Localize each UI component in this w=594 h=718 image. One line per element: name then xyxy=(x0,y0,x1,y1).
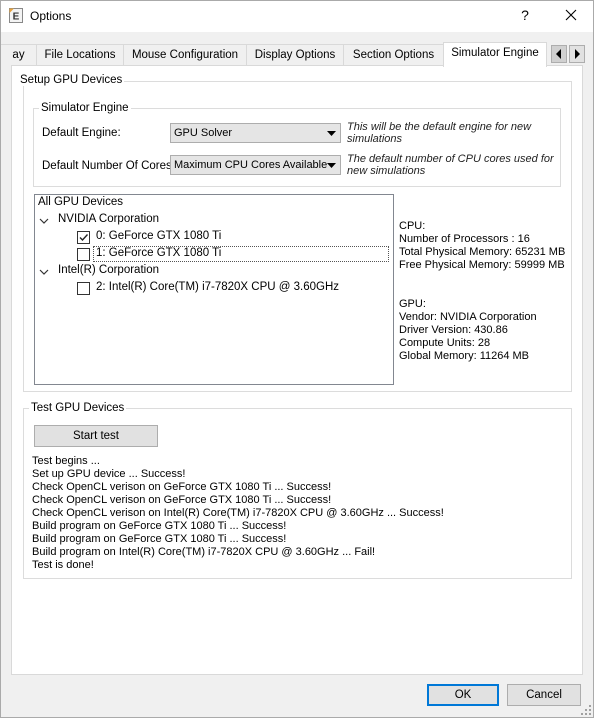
setup-gpu-devices-title: Setup GPU Devices xyxy=(18,74,125,86)
default-engine-label: Default Engine: xyxy=(42,127,121,139)
tree-root-label: All GPU Devices xyxy=(38,196,123,208)
tree-root[interactable]: All GPU Devices xyxy=(38,196,123,212)
gpu-global-memory: Global Memory: 11264 MB xyxy=(399,350,530,362)
gpu-device-tree[interactable]: All GPU Devices NVIDIA Corporation 0: Ge… xyxy=(34,194,394,385)
vendor-label: NVIDIA Corporation xyxy=(58,213,159,225)
expand-arrow-icon[interactable] xyxy=(39,216,49,226)
log-line: Build program on Intel(R) Core(TM) i7-78… xyxy=(32,546,376,558)
help-icon: ? xyxy=(521,7,529,23)
app-icon-letter: E xyxy=(13,12,20,23)
start-test-button[interactable]: Start test xyxy=(34,425,158,447)
tab-file-locations[interactable]: File Locations xyxy=(36,44,124,66)
log-line: Set up GPU device ... Success! xyxy=(32,468,186,480)
chevron-right-icon xyxy=(575,49,580,59)
checkmark-icon xyxy=(79,234,89,242)
log-line: Check OpenCL verison on GeForce GTX 1080… xyxy=(32,481,332,493)
chevron-left-icon xyxy=(556,49,561,59)
device-2-label: 2: Intel(R) Core(TM) i7-7820X CPU @ 3.60… xyxy=(96,281,340,293)
default-cores-select[interactable]: Maximum CPU Cores Available xyxy=(170,155,341,175)
default-cores-note: The default number of CPU cores used for… xyxy=(347,153,554,177)
cancel-button[interactable]: Cancel xyxy=(507,684,581,706)
dropdown-arrow-icon xyxy=(327,131,336,136)
tab-section-options[interactable]: Section Options xyxy=(343,44,444,66)
tab-display-options[interactable]: Display Options xyxy=(246,44,344,66)
tab-simulator-engine[interactable]: Simulator Engine xyxy=(443,42,547,67)
default-cores-label: Default Number Of Cores xyxy=(42,160,172,172)
tab-scroll-right-button[interactable] xyxy=(569,45,585,63)
cpu-info-title: CPU: xyxy=(399,220,426,232)
cpu-free-memory: Free Physical Memory: 59999 MB xyxy=(399,259,565,271)
device-1-label: 1: GeForce GTX 1080 Ti xyxy=(96,247,222,259)
gpu-info-title: GPU: xyxy=(399,298,426,310)
log-line: Check OpenCL verison on Intel(R) Core(TM… xyxy=(32,507,444,519)
gpu-vendor: Vendor: NVIDIA Corporation xyxy=(399,311,537,323)
gpu-driver-version: Driver Version: 430.86 xyxy=(399,324,508,336)
test-gpu-devices-title: Test GPU Devices xyxy=(29,402,127,414)
tab-mouse-configuration[interactable]: Mouse Configuration xyxy=(123,44,247,66)
default-engine-note: This will be the default engine for new … xyxy=(347,121,532,145)
expand-arrow-icon[interactable] xyxy=(39,267,49,277)
tree-device-2[interactable]: 2: Intel(R) Core(TM) i7-7820X CPU @ 3.60… xyxy=(77,281,387,297)
device-1-checkbox[interactable] xyxy=(77,248,90,261)
gpu-compute-units: Compute Units: 28 xyxy=(399,337,491,349)
device-0-label: 0: GeForce GTX 1080 Ti xyxy=(96,230,222,242)
log-line: Test is done! xyxy=(32,559,94,571)
tree-vendor-intel[interactable]: Intel(R) Corporation xyxy=(38,264,338,280)
tree-device-0[interactable]: 0: GeForce GTX 1080 Ti xyxy=(77,230,377,246)
title-bar: E Options ? xyxy=(0,0,594,32)
help-button[interactable]: ? xyxy=(515,7,535,25)
device-2-checkbox[interactable] xyxy=(77,282,90,295)
log-line: Build program on GeForce GTX 1080 Ti ...… xyxy=(32,533,287,545)
simulator-engine-panel: Setup GPU Devices Simulator Engine Defau… xyxy=(11,65,583,675)
default-engine-value: GPU Solver xyxy=(174,127,233,139)
resize-grip-icon[interactable] xyxy=(581,705,591,715)
tab-display-partial[interactable]: ay xyxy=(0,44,37,66)
simulator-engine-group-title: Simulator Engine xyxy=(39,102,131,114)
close-button[interactable] xyxy=(558,4,584,26)
vendor-label: Intel(R) Corporation xyxy=(58,264,159,276)
app-icon: E xyxy=(9,8,23,23)
window-title: Options xyxy=(30,9,72,23)
device-0-checkbox[interactable] xyxy=(77,231,90,244)
tree-device-1[interactable]: 1: GeForce GTX 1080 Ti xyxy=(77,246,389,263)
dropdown-arrow-icon xyxy=(327,163,336,168)
cpu-processors: Number of Processors : 16 xyxy=(399,233,530,245)
tab-scroll-left-button[interactable] xyxy=(551,45,567,63)
tab-strip: ay File Locations Mouse Configuration Di… xyxy=(0,42,594,67)
default-engine-select[interactable]: GPU Solver xyxy=(170,123,341,143)
ok-button[interactable]: OK xyxy=(427,684,499,706)
close-icon xyxy=(565,9,577,21)
cpu-total-memory: Total Physical Memory: 65231 MB xyxy=(399,246,566,258)
log-line: Check OpenCL verison on GeForce GTX 1080… xyxy=(32,494,332,506)
tree-vendor-nvidia[interactable]: NVIDIA Corporation xyxy=(38,213,338,229)
log-line: Build program on GeForce GTX 1080 Ti ...… xyxy=(32,520,287,532)
default-cores-value: Maximum CPU Cores Available xyxy=(174,159,328,171)
log-line: Test begins ... xyxy=(32,455,100,467)
